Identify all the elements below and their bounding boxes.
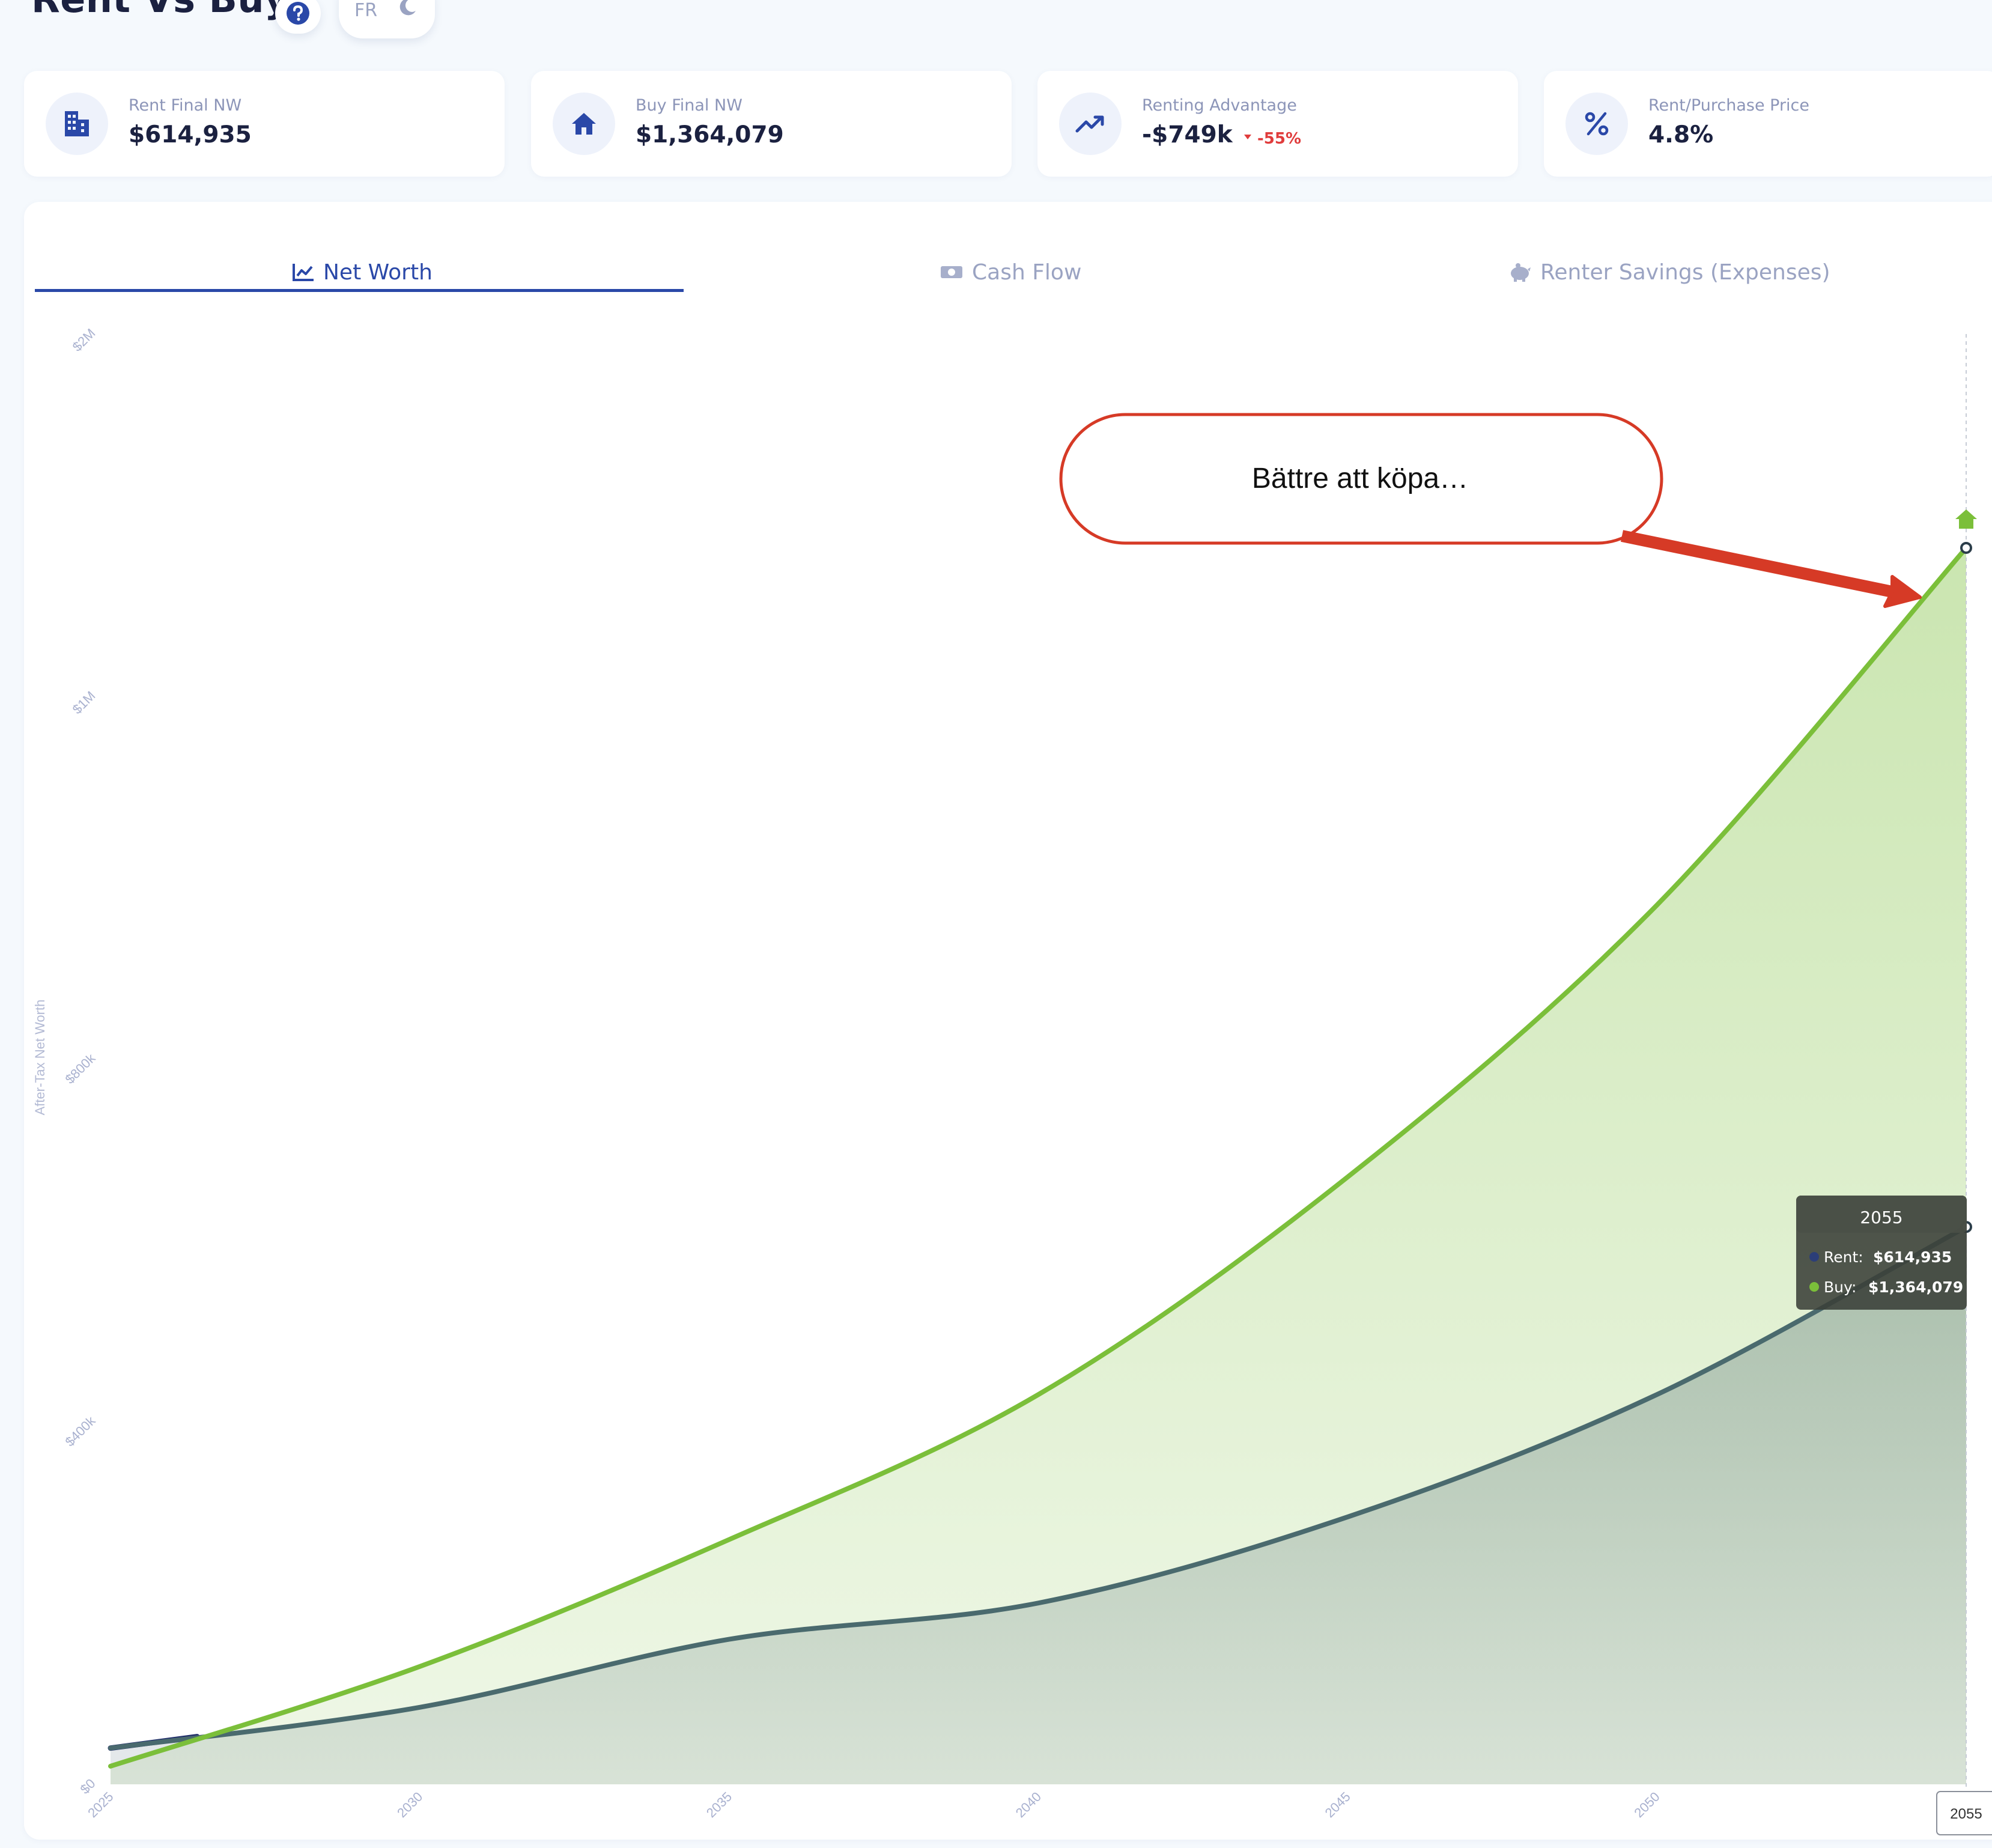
- callout-annotation: Bättre att köpa…: [1059, 413, 1922, 608]
- x-hover-label: 2055: [1936, 1791, 1992, 1835]
- callout-text: Bättre att köpa…: [1252, 463, 1468, 494]
- y-tick-label: $0: [77, 1776, 99, 1797]
- y-tick-label: $1M: [70, 688, 99, 717]
- y-tick-label: $2M: [70, 326, 99, 354]
- tooltip-buy-label: Buy:: [1824, 1278, 1856, 1296]
- x-tick-label: 2035: [703, 1789, 735, 1820]
- x-tick-label: 2045: [1322, 1789, 1353, 1820]
- home-icon: [1955, 509, 1977, 529]
- chart-tooltip: 2055 Rent: $614,935 Buy: $1,364,079: [1796, 1196, 1967, 1310]
- y-axis-ticks: $0 $400k $800k $1M $2M: [62, 326, 99, 1797]
- buy-legend-dot: [1809, 1282, 1819, 1292]
- buy-hover-point: [1960, 541, 1972, 554]
- y-tick-label: $400k: [62, 1413, 99, 1450]
- net-worth-chart: After-Tax Net Worth $0 $400k $800k $1M $2M 2…: [32, 326, 1992, 1835]
- tooltip-buy-value: $1,364,079: [1868, 1278, 1963, 1296]
- tooltip-year: 2055: [1860, 1208, 1902, 1227]
- rent-legend-dot: [1809, 1252, 1819, 1262]
- tooltip-rent-label: Rent:: [1824, 1248, 1863, 1266]
- tooltip-rent-value: $614,935: [1873, 1248, 1952, 1266]
- x-tick-label: 2050: [1631, 1789, 1662, 1820]
- y-axis-label: After-Tax Net Worth: [32, 1000, 47, 1116]
- x-tick-label: 2030: [394, 1789, 425, 1820]
- x-axis-ticks: 2025 2030 2035 2040 2045 2050: [85, 1789, 1662, 1820]
- y-tick-label: $800k: [62, 1050, 99, 1087]
- hover-year: 2055: [1950, 1806, 1982, 1822]
- x-tick-label: 2040: [1013, 1789, 1044, 1820]
